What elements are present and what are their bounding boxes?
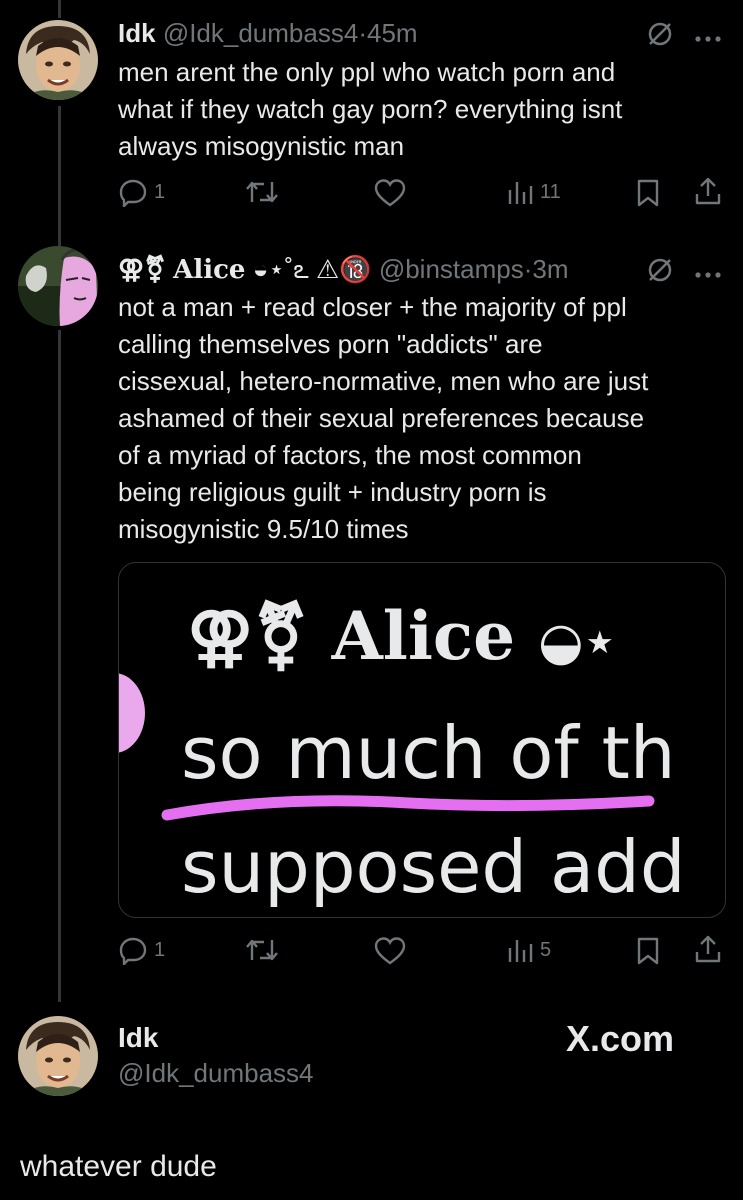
media-avatar-crop: [119, 673, 145, 753]
media-name-text: Alice: [331, 597, 516, 675]
highlight-underline: [161, 795, 655, 821]
grok-icon[interactable]: [646, 256, 674, 289]
tweet-text: men arent the only ppl who watch porn an…: [118, 57, 623, 161]
tweet-text: not a man + read closer + the majority o…: [118, 292, 649, 544]
heart-icon: [374, 937, 406, 965]
avatar[interactable]: [18, 1016, 98, 1096]
repost-button[interactable]: [244, 178, 280, 206]
display-name-emojis[interactable]: ◒⋆˚ఽ ⚠🔞: [253, 254, 372, 284]
thread-line: [58, 0, 61, 18]
media-line-1: so much of th: [181, 711, 676, 795]
bookmark-icon: [637, 937, 659, 965]
share-icon: [695, 177, 721, 205]
views-button[interactable]: 11: [506, 178, 561, 206]
media-line-2: supposed add: [181, 825, 686, 909]
reply-icon: [119, 937, 147, 965]
profile-handle[interactable]: @Idk_dumbass4: [118, 1058, 314, 1089]
view-count: 11: [540, 180, 561, 203]
display-name[interactable]: Alice: [173, 255, 245, 285]
profile-name[interactable]: Idk: [118, 1022, 158, 1054]
bar-chart-icon: [508, 182, 533, 204]
share-button[interactable]: [694, 934, 722, 964]
display-name-symbols[interactable]: ⚢⚧: [118, 255, 166, 285]
reply-button[interactable]: 1: [118, 935, 165, 965]
heart-icon: [374, 179, 406, 207]
caption-text: whatever dude: [20, 1150, 217, 1183]
like-button[interactable]: [374, 936, 406, 966]
reply-button[interactable]: 1: [118, 177, 165, 207]
thread-line: [58, 330, 61, 1002]
display-name[interactable]: Idk: [118, 18, 156, 48]
avatar[interactable]: [18, 246, 98, 326]
thread-line: [58, 106, 61, 246]
reply-count: 1: [154, 938, 166, 961]
reply-icon: [119, 179, 147, 207]
bookmark-button[interactable]: [636, 936, 660, 966]
share-button[interactable]: [694, 176, 722, 206]
share-icon: [695, 935, 721, 963]
tweet-header: ⚢⚧ Alice ◒⋆˚ఽ ⚠🔞 @binstamps·3m: [118, 254, 569, 291]
tweet-header: Idk @Idk_dumbass4·45m: [118, 18, 418, 49]
repost-icon: [246, 181, 278, 203]
bar-chart-icon: [508, 940, 533, 962]
more-icon[interactable]: [694, 266, 722, 284]
reply-count: 1: [154, 180, 166, 203]
media-name-extra: ◒⋆: [538, 612, 617, 672]
like-button[interactable]: [374, 178, 406, 208]
site-watermark: X.com: [566, 1018, 675, 1059]
bookmark-icon: [637, 179, 659, 207]
media-attachment[interactable]: ⚢⚧ Alice ◒⋆ so much of th supposed add: [118, 562, 726, 918]
more-icon[interactable]: [694, 30, 722, 48]
repost-button[interactable]: [244, 936, 280, 964]
timestamp[interactable]: 45m: [367, 18, 418, 48]
handle[interactable]: @Idk_dumbass4: [163, 18, 359, 48]
media-name-symbols: ⚢⚧: [187, 597, 309, 675]
repost-icon: [246, 939, 278, 961]
handle[interactable]: @binstamps: [379, 254, 524, 284]
timestamp[interactable]: 3m: [532, 254, 568, 284]
media-name: ⚢⚧ Alice ◒⋆: [187, 597, 616, 675]
avatar[interactable]: [18, 20, 98, 100]
view-count: 5: [540, 938, 552, 961]
views-button[interactable]: 5: [506, 936, 551, 964]
bookmark-button[interactable]: [636, 178, 660, 208]
separator: ·: [358, 18, 367, 48]
grok-icon[interactable]: [646, 20, 674, 53]
